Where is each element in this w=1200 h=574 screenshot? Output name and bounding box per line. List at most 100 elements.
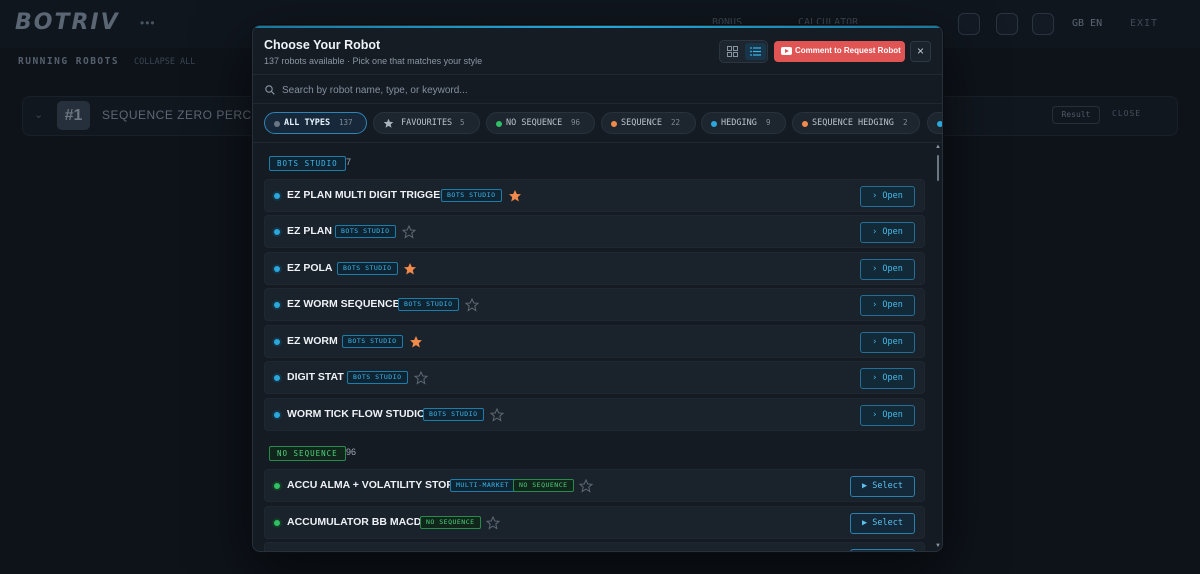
exit-button[interactable]: EXIT [1130,18,1158,29]
favourite-star-icon[interactable] [403,262,417,276]
filter-dot [274,121,280,127]
filter-label: FAVOURITES [401,118,453,128]
robot-tag: NO SEQUENCE [420,516,481,529]
telegram-icon[interactable] [958,13,980,35]
robot-row[interactable]: EZ PLAN BOTS STUDIO › Open [264,215,925,248]
robot-row[interactable]: ACCU ALMA + VOLATILITY STOP MULTI-MARKET… [264,469,925,502]
status-dot [274,375,280,381]
robot-row[interactable]: ACCUMULATOR BB MACD NO SEQUENCE ▶ Select [264,506,925,539]
filter-no-sequence[interactable]: NO SEQUENCE 96 [486,112,595,134]
filter-sequence-hedging[interactable]: SEQUENCE HEDGING 2 [792,112,920,134]
status-dot [274,302,280,308]
robot-row[interactable]: EZ PLAN MULTI DIGIT TRIGGER BOTS STUDIO … [264,179,925,212]
filter-label: ALL TYPES [284,118,331,128]
support-icon[interactable] [1032,13,1054,35]
brand-menu-dots[interactable]: ••• [140,16,156,30]
chevron-down-icon[interactable]: ⌄ [34,108,43,121]
grid-view-button[interactable] [722,43,743,60]
favourite-star-outline-icon[interactable] [579,479,593,493]
filter-more[interactable] [927,112,942,134]
list-icon [750,47,761,56]
robot-row[interactable]: EZ WORM SEQUENCE BOTS STUDIO › Open [264,288,925,321]
filter-dot [496,121,502,127]
result-button[interactable]: Result [1052,106,1100,124]
robot-name: WORM TICK FLOW STUDIO [287,408,426,420]
open-button[interactable]: › Open [860,259,915,280]
request-robot-label: Comment to Request Robot [795,46,901,55]
robot-row[interactable]: EZ WORM BOTS STUDIO › Open [264,325,925,358]
view-toggle [719,40,768,63]
select-button[interactable]: ▶ Select [850,476,915,497]
status-dot [274,266,280,272]
filter-count: 96 [571,118,581,127]
robot-tag: BOTS STUDIO [335,225,396,238]
filter-dot [937,121,942,127]
open-button[interactable]: › Open [860,186,915,207]
status-dot [274,412,280,418]
open-button[interactable]: › Open [860,222,915,243]
robot-name: DIGIT STAT [287,371,344,383]
filter-count: 9 [766,118,771,127]
robot-list-scrollbar[interactable]: ▲ ▼ [934,144,942,551]
list-view-button[interactable] [745,43,766,60]
gear-icon[interactable] [996,13,1018,35]
scroll-thumb[interactable] [937,155,939,181]
robot-name: EZ PLAN MULTI DIGIT TRIGGER [287,189,448,201]
choose-robot-modal: Choose Your Robot 137 robots available ·… [252,25,943,552]
modal-close-button[interactable]: × [910,41,931,62]
favourite-star-outline-icon[interactable] [465,298,479,312]
modal-title: Choose Your Robot [264,38,381,52]
filter-label: SEQUENCE HEDGING [812,118,894,128]
select-button[interactable]: ▶ Select [850,513,915,534]
modal-header: Choose Your Robot 137 robots available ·… [253,28,942,75]
search-input[interactable] [282,81,922,99]
robot-row[interactable]: WORM TICK FLOW STUDIO BOTS STUDIO › Open [264,398,925,431]
favourite-star-icon[interactable] [508,189,522,203]
robot-tag: BOTS STUDIO [441,189,502,202]
filter-hedging[interactable]: HEDGING 9 [701,112,786,134]
robot-name: EZ PLAN [287,225,332,237]
open-button[interactable]: › Open [860,332,915,353]
favourite-star-icon[interactable] [409,335,423,349]
section-count: 7 [346,157,352,167]
favourite-star-outline-icon[interactable] [490,408,504,422]
filter-label: SEQUENCE [621,118,662,128]
scroll-down-icon[interactable]: ▼ [935,543,941,549]
robot-tag: BOTS STUDIO [398,298,459,311]
status-dot [274,483,280,489]
status-dot [274,520,280,526]
filter-chips: ALL TYPES 137 FAVOURITES 5 NO SEQUENCE 9… [253,105,942,143]
close-robot-button[interactable]: CLOSE [1112,109,1141,118]
running-robots-label: RUNNING ROBOTS [18,56,120,67]
filter-count: 22 [671,118,681,127]
robot-name: EZ POLA [287,262,333,274]
language-selector[interactable]: GB EN [1072,18,1102,29]
request-robot-button[interactable]: Comment to Request Robot [774,41,905,62]
collapse-all-button[interactable]: COLLAPSE ALL [134,57,195,67]
open-button[interactable]: › Open [860,295,915,316]
robot-row-partial[interactable] [264,542,925,551]
scroll-up-icon[interactable]: ▲ [935,144,941,150]
youtube-icon [781,47,792,55]
select-button[interactable] [850,549,915,551]
robot-row[interactable]: DIGIT STAT BOTS STUDIO › Open [264,361,925,394]
filter-sequence[interactable]: SEQUENCE 22 [601,112,696,134]
open-button[interactable]: › Open [860,368,915,389]
robot-row[interactable]: EZ POLA BOTS STUDIO › Open [264,252,925,285]
robot-name: ACCUMULATOR BB MACD [287,516,422,528]
filter-all-types[interactable]: ALL TYPES 137 [264,112,367,134]
filter-favourites[interactable]: FAVOURITES 5 [373,112,480,134]
favourite-star-outline-icon[interactable] [414,371,428,385]
favourite-star-outline-icon[interactable] [402,225,416,239]
favourite-star-outline-icon[interactable] [486,516,500,530]
filter-label: HEDGING [721,118,757,128]
robot-tag: BOTS STUDIO [347,371,408,384]
section-tag: BOTS STUDIO [269,156,346,171]
brand-logo: BOTRIV [15,10,120,35]
star-icon [383,118,394,128]
robot-list: BOTS STUDIO 7 EZ PLAN MULTI DIGIT TRIGGE… [253,144,942,551]
open-button[interactable]: › Open [860,405,915,426]
search-icon [265,85,275,95]
status-dot [274,339,280,345]
grid-icon [727,46,738,57]
